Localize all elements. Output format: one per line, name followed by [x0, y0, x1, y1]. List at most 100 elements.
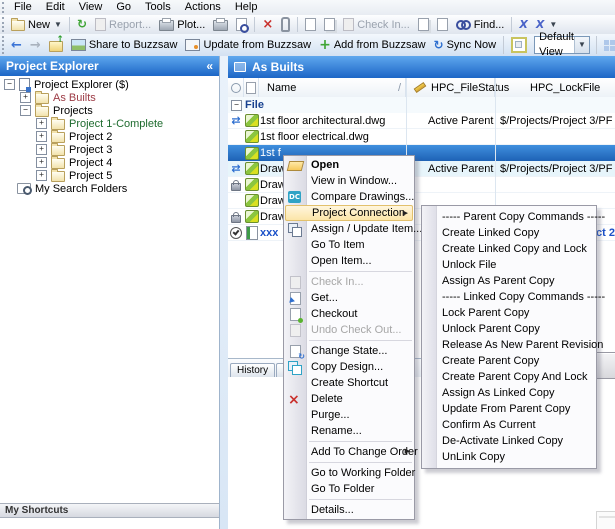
folder-up-button[interactable]: [45, 38, 67, 53]
tab-history[interactable]: History: [230, 363, 275, 378]
view-combo[interactable]: Default View ▼: [534, 36, 590, 54]
menu-item-rename[interactable]: Rename...: [284, 423, 414, 439]
menu-item-check-in[interactable]: Check In...: [284, 274, 414, 290]
forward-button[interactable]: [26, 38, 45, 53]
my-shortcuts-bar[interactable]: My Shortcuts: [0, 503, 219, 518]
menu-item-copy-design[interactable]: Copy Design...: [284, 359, 414, 375]
submenu-item-release-as-new-parent-revision[interactable]: Release As New Parent Revision: [422, 337, 596, 353]
get-latest-button[interactable]: [414, 17, 433, 32]
tree-expander[interactable]: −: [20, 105, 31, 116]
menu-item-go-to-working-folder[interactable]: Go to Working Folder: [284, 465, 414, 481]
submenu-item-lock-parent-copy[interactable]: Lock Parent Copy: [422, 305, 596, 321]
menu-help[interactable]: Help: [228, 1, 265, 13]
submenu-item-confirm-as-current[interactable]: Confirm As Current: [422, 417, 596, 433]
find-button[interactable]: Find...: [452, 18, 509, 32]
tree-expander[interactable]: +: [20, 92, 31, 103]
tree-item-project-5[interactable]: +Project 5: [0, 169, 219, 182]
plot-button[interactable]: Plot...: [155, 17, 209, 32]
tree-expander[interactable]: +: [36, 157, 47, 168]
collapse-panel-button[interactable]: «: [206, 59, 213, 73]
print-preview-button[interactable]: [232, 17, 251, 32]
tree-item-project-explorer[interactable]: −Project Explorer ($): [0, 78, 219, 91]
menu-item-details[interactable]: Details...: [284, 502, 414, 518]
checkout-button[interactable]: [433, 17, 452, 32]
views-toggle-button[interactable]: [507, 36, 531, 54]
tree-item-projects[interactable]: −Projects: [0, 104, 219, 117]
tree-expander[interactable]: +: [36, 144, 47, 155]
status-column-header[interactable]: [228, 78, 244, 97]
submenu-item-de-activate-linked-copy[interactable]: De-Activate Linked Copy: [422, 433, 596, 449]
combo-dropdown-button[interactable]: ▼: [574, 37, 589, 53]
table-row[interactable]: 1st floor architectural.dwgActive Parent…: [228, 113, 615, 129]
submenu-item-create-parent-copy-and-lock[interactable]: Create Parent Copy And Lock: [422, 369, 596, 385]
menu-edit[interactable]: Edit: [39, 1, 72, 13]
check-in-button[interactable]: Check In...: [339, 17, 414, 32]
copy-button[interactable]: [320, 17, 339, 32]
add-from-buzzsaw-button[interactable]: Add from Buzzsaw: [315, 37, 429, 53]
menu-item-go-to-folder[interactable]: Go To Folder: [284, 481, 414, 497]
tree-item-project-4[interactable]: +Project 4: [0, 156, 219, 169]
file-type-column-header[interactable]: [244, 78, 259, 97]
menu-item-project-connection[interactable]: Project Connection▶: [285, 205, 413, 221]
menu-item-undo-check-out[interactable]: Undo Check Out...: [284, 322, 414, 338]
new-file-button[interactable]: [301, 17, 320, 32]
menu-tools[interactable]: Tools: [138, 1, 178, 13]
submenu-item-create-parent-copy[interactable]: Create Parent Copy: [422, 353, 596, 369]
tree-item-my-search-folders[interactable]: My Search Folders: [0, 182, 219, 195]
menu-item-change-state[interactable]: Change State...: [284, 343, 414, 359]
menu-item-delete[interactable]: Delete: [284, 391, 414, 407]
submenu-item-unlink-copy[interactable]: UnLink Copy: [422, 449, 596, 465]
menu-item-go-to-item[interactable]: Go To Item: [284, 237, 414, 253]
update-from-buzzsaw-button[interactable]: Update from Buzzsaw: [181, 38, 315, 52]
toolbar-grip[interactable]: [2, 2, 4, 13]
menu-item-create-shortcut[interactable]: Create Shortcut: [284, 375, 414, 391]
share-to-buzzsaw-button[interactable]: Share to Buzzsaw: [67, 38, 182, 52]
tree-expander[interactable]: +: [36, 170, 47, 181]
tree-item-project-3[interactable]: +Project 3: [0, 143, 219, 156]
print-button[interactable]: [209, 17, 232, 32]
refresh-button[interactable]: [73, 17, 91, 32]
menu-actions[interactable]: Actions: [178, 1, 228, 13]
back-button[interactable]: [7, 38, 26, 53]
submenu-item-assign-as-linked-copy[interactable]: Assign As Linked Copy: [422, 385, 596, 401]
menu-go[interactable]: Go: [109, 1, 138, 13]
tree-item-as-builts[interactable]: +As Builts: [0, 91, 219, 104]
menu-item-add-to-change-order[interactable]: Add To Change Order▶: [284, 444, 414, 460]
group-expander[interactable]: −: [231, 100, 242, 111]
menu-item-get[interactable]: Get...: [284, 290, 414, 306]
submenu-item-create-linked-copy[interactable]: Create Linked Copy: [422, 225, 596, 241]
tree-expander[interactable]: −: [4, 79, 15, 90]
menu-item-open-item[interactable]: Open Item...: [284, 253, 414, 269]
toolbar-grip[interactable]: [2, 36, 4, 54]
tree-item-project-1-complete[interactable]: +Project 1-Complete: [0, 117, 219, 130]
attach-button[interactable]: [277, 16, 294, 33]
tree-expander[interactable]: +: [36, 131, 47, 142]
export-button[interactable]: [515, 18, 531, 32]
menu-item-view-in-window[interactable]: View in Window...: [284, 173, 414, 189]
menu-file[interactable]: File: [7, 1, 39, 13]
name-column-header[interactable]: Name /: [259, 78, 406, 97]
sync-now-button[interactable]: Sync Now: [430, 38, 501, 53]
toolbar-overflow-chevron[interactable]: ▼: [549, 20, 557, 29]
file-status-column-header[interactable]: HPC_FileStatus: [406, 78, 495, 97]
submenu-item-unlock-parent-copy[interactable]: Unlock Parent Copy: [422, 321, 596, 337]
table-row[interactable]: 1st floor electrical.dwg: [228, 129, 615, 145]
submenu-item-assign-as-parent-copy[interactable]: Assign As Parent Copy: [422, 273, 596, 289]
submenu-item-unlock-file[interactable]: Unlock File: [422, 257, 596, 273]
tree-item-project-2[interactable]: +Project 2: [0, 130, 219, 143]
new-button[interactable]: New ▼: [7, 17, 66, 32]
toolbar-grip[interactable]: [2, 17, 4, 32]
menu-item-checkout[interactable]: Checkout: [284, 306, 414, 322]
lock-file-column-header[interactable]: HPC_LockFile: [495, 78, 615, 97]
submenu-item-create-linked-copy-and-lock[interactable]: Create Linked Copy and Lock: [422, 241, 596, 257]
report-button[interactable]: Report...: [91, 17, 155, 32]
submenu-item-update-from-parent-copy[interactable]: Update From Parent Copy: [422, 401, 596, 417]
menu-view[interactable]: View: [72, 1, 110, 13]
layout-button[interactable]: Layout ▼: [600, 38, 615, 52]
menu-item-assign-update-item[interactable]: Assign / Update Item...: [284, 221, 414, 237]
menu-item-open[interactable]: Open: [284, 157, 414, 173]
menu-item-compare-drawings[interactable]: DCCompare Drawings...: [284, 189, 414, 205]
file-group-row[interactable]: − File: [228, 97, 615, 114]
tree-expander[interactable]: +: [36, 118, 47, 129]
panel-splitter[interactable]: [220, 56, 228, 529]
